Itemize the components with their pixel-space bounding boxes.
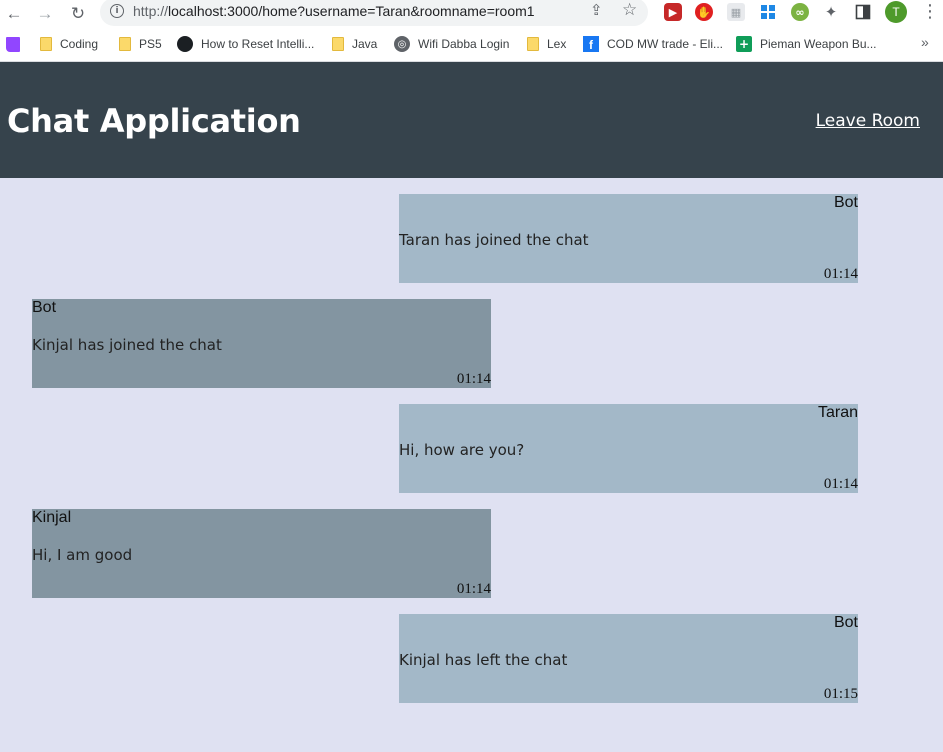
- message-bubble: Kinjal Hi, I am good 01:14: [32, 509, 491, 598]
- page-title: Chat Application: [7, 102, 301, 140]
- message-list: Bot Taran has joined the chat 01:14 Bot …: [0, 178, 943, 752]
- message-text: Kinjal has joined the chat: [32, 336, 222, 354]
- message-bubble: Taran Hi, how are you? 01:14: [399, 404, 858, 493]
- message-author: Taran: [817, 404, 858, 421]
- folder-icon: [332, 37, 344, 51]
- bookmark-label: COD MW trade - Eli...: [607, 37, 724, 51]
- bookmark-label: Wifi Dabba Login: [418, 37, 510, 51]
- extension-grid-icon[interactable]: ▦: [727, 3, 745, 21]
- sheets-icon: +: [736, 36, 752, 52]
- message-time: 01:14: [823, 476, 858, 492]
- extension-adblock-icon[interactable]: ✋: [695, 3, 713, 21]
- message-bubble: Bot Kinjal has left the chat 01:15: [399, 614, 858, 703]
- globe-icon: ◎: [394, 36, 410, 52]
- url-path: localhost:3000/home?username=Taran&roomn…: [168, 3, 535, 19]
- message-bubble: Bot Taran has joined the chat 01:14: [399, 194, 858, 283]
- message-text: Taran has joined the chat: [399, 231, 589, 249]
- bookmark-label: Pieman Weapon Bu...: [760, 37, 877, 51]
- message-text: Kinjal has left the chat: [399, 651, 568, 669]
- folder-icon: [40, 37, 52, 51]
- bookmark-lex[interactable]: Lex: [527, 35, 566, 53]
- extensions-puzzle-icon[interactable]: ✦: [822, 3, 840, 21]
- message-text: Hi, how are you?: [399, 441, 525, 459]
- bookmark-label: Java: [352, 37, 378, 51]
- side-panel-icon[interactable]: [854, 3, 872, 21]
- browser-menu-icon[interactable]: ⋮: [921, 1, 939, 22]
- message-text: Hi, I am good: [32, 546, 133, 564]
- twitch-bookmark[interactable]: [6, 35, 28, 53]
- message-time: 01:14: [823, 266, 858, 282]
- bookmark-label: Coding: [60, 37, 99, 51]
- app-header: Chat Application Leave Room: [0, 62, 943, 178]
- forward-arrow-icon[interactable]: →: [34, 2, 56, 24]
- bookmark-label: How to Reset Intelli...: [201, 37, 315, 51]
- bookmark-label: PS5: [139, 37, 162, 51]
- site-info-icon[interactable]: i: [110, 4, 124, 18]
- message-time: 01:15: [823, 686, 858, 702]
- bookmark-label: Lex: [547, 37, 567, 51]
- message-bubble: Bot Kinjal has joined the chat 01:14: [32, 299, 491, 388]
- folder-icon: [119, 37, 131, 51]
- message-author: Kinjal: [32, 509, 72, 526]
- bookmark-star-icon[interactable]: ☆: [622, 0, 637, 20]
- share-icon[interactable]: ⇪: [590, 1, 603, 19]
- twitch-icon: [6, 36, 20, 52]
- message-time: 01:14: [456, 581, 491, 597]
- folder-icon: [527, 37, 539, 51]
- bookmark-wifi-dabba[interactable]: ◎ Wifi Dabba Login: [394, 35, 509, 53]
- profile-avatar[interactable]: T: [885, 1, 907, 23]
- back-arrow-icon[interactable]: ←: [3, 2, 25, 24]
- bookmark-cod-trade[interactable]: f COD MW trade - Eli...: [583, 35, 723, 53]
- bookmark-ps5[interactable]: PS5: [119, 35, 162, 53]
- extension-play-icon[interactable]: ▶: [664, 3, 682, 21]
- extension-windows-icon[interactable]: [759, 3, 777, 21]
- bookmark-coding[interactable]: Coding: [40, 35, 98, 53]
- message-author: Bot: [32, 299, 57, 316]
- leave-room-link[interactable]: Leave Room: [816, 111, 920, 131]
- address-bar[interactable]: i http://localhost:3000/home?username=Ta…: [100, 0, 648, 26]
- message-author: Bot: [833, 194, 858, 211]
- bookmark-pieman-weapon[interactable]: + Pieman Weapon Bu...: [736, 35, 877, 53]
- facebook-icon: f: [583, 36, 599, 52]
- extension-link-icon[interactable]: ∞: [791, 3, 809, 21]
- more-bookmarks-icon[interactable]: »: [921, 34, 929, 50]
- url-text[interactable]: http://localhost:3000/home?username=Tara…: [133, 3, 535, 19]
- bookmarks-bar: Coding PS5 How to Reset Intelli... Java …: [0, 26, 943, 62]
- url-scheme: http://: [133, 3, 169, 19]
- message-author: Bot: [833, 614, 858, 631]
- message-time: 01:14: [456, 371, 491, 387]
- github-icon: [177, 36, 193, 52]
- reload-icon[interactable]: ↻: [67, 2, 89, 24]
- browser-toolbar: ← → ↻ i http://localhost:3000/home?usern…: [0, 0, 943, 26]
- bookmark-java[interactable]: Java: [332, 35, 377, 53]
- bookmark-reset-intellij[interactable]: How to Reset Intelli...: [177, 35, 314, 53]
